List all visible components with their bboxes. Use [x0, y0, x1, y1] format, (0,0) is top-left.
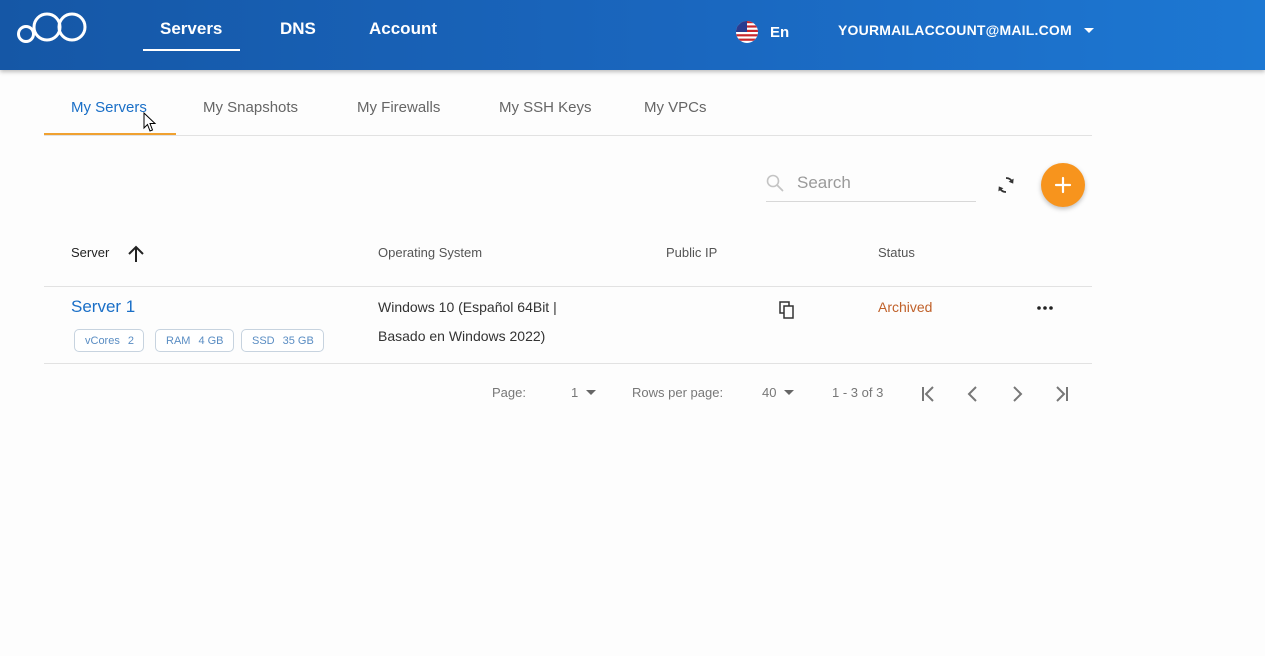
account-menu[interactable]: YOURMAILACCOUNT@MAIL.COM — [838, 22, 1094, 38]
language-selector[interactable]: En — [736, 21, 789, 43]
next-page-icon[interactable] — [1006, 383, 1028, 405]
spec-chip-vcores: vCores 2 — [74, 329, 144, 352]
search-icon — [766, 174, 784, 192]
copy-icon[interactable] — [779, 301, 795, 319]
nav-active-underline — [143, 49, 240, 51]
server-name-link[interactable]: Server 1 — [71, 297, 135, 317]
spec-chip-ram: RAM 4 GB — [155, 329, 234, 352]
account-email: YOURMAILACCOUNT@MAIL.COM — [838, 22, 1072, 38]
search-input[interactable] — [797, 170, 972, 196]
chevron-down-icon — [784, 390, 795, 395]
table-divider — [44, 363, 1092, 364]
spec-value: 4 GB — [198, 334, 224, 347]
active-tab-indicator — [44, 133, 176, 135]
more-options-icon[interactable] — [1035, 298, 1055, 318]
page-select[interactable]: 1 — [571, 385, 597, 400]
top-navigation-bar: Servers DNS Account En YOURMAILACCOUNT@M… — [0, 0, 1265, 70]
previous-page-icon[interactable] — [962, 383, 984, 405]
status-badge: Archived — [878, 299, 933, 315]
pagination-range: 1 - 3 of 3 — [832, 385, 884, 400]
column-header-server[interactable]: Server — [71, 245, 109, 260]
plus-icon — [1054, 176, 1072, 194]
spec-value: 2 — [127, 334, 134, 347]
spec-value: 35 GB — [282, 334, 314, 347]
spec-label: SSD — [252, 334, 275, 347]
table-divider — [44, 286, 1092, 287]
refresh-icon[interactable] — [994, 173, 1018, 197]
us-flag-icon — [736, 21, 758, 43]
tab-my-servers[interactable]: My Servers — [71, 99, 147, 116]
logo-icon[interactable] — [16, 10, 90, 46]
spec-chip-ssd: SSD 35 GB — [241, 329, 324, 352]
nav-account[interactable]: Account — [369, 19, 437, 39]
chevron-down-icon — [1083, 27, 1094, 33]
tab-my-snapshots[interactable]: My Snapshots — [203, 99, 298, 116]
search-box — [766, 166, 976, 202]
nav-dns[interactable]: DNS — [280, 19, 316, 39]
rows-per-page-label: Rows per page: — [632, 385, 724, 400]
rows-per-page-value: 40 — [762, 385, 777, 400]
page-value: 1 — [571, 385, 579, 400]
column-header-public-ip: Public IP — [666, 245, 718, 260]
last-page-icon[interactable] — [1050, 383, 1072, 405]
chevron-down-icon — [586, 390, 597, 395]
column-header-status: Status — [878, 245, 915, 260]
operating-system-text: Windows 10 (Español 64Bit | — [378, 299, 557, 315]
spec-label: vCores — [85, 334, 120, 347]
add-server-button[interactable] — [1041, 163, 1085, 207]
page-label: Page: — [492, 385, 526, 400]
nav-servers[interactable]: Servers — [160, 19, 222, 39]
section-tabs: My Servers My Snapshots My Firewalls My … — [44, 88, 1092, 136]
rows-per-page-select[interactable]: 40 — [762, 385, 795, 400]
sort-ascending-icon[interactable] — [126, 244, 146, 264]
language-label: En — [770, 23, 790, 41]
spec-label: RAM — [166, 334, 191, 347]
column-header-operating-system: Operating System — [378, 245, 483, 260]
tab-my-vpcs[interactable]: My VPCs — [644, 99, 707, 116]
tab-my-firewalls[interactable]: My Firewalls — [357, 99, 440, 116]
first-page-icon[interactable] — [918, 383, 940, 405]
tab-my-ssh-keys[interactable]: My SSH Keys — [499, 99, 592, 116]
mouse-pointer-icon — [143, 112, 157, 132]
operating-system-text: Basado en Windows 2022) — [378, 328, 546, 344]
